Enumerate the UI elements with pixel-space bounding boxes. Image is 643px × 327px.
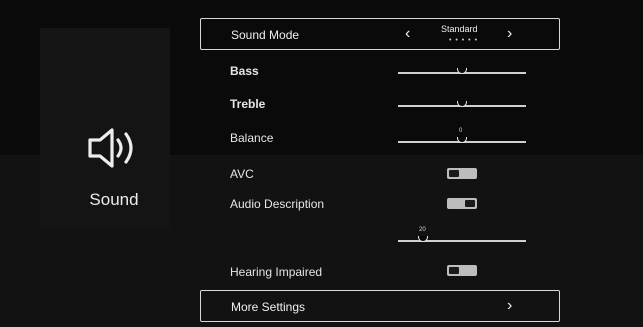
chevron-right-icon[interactable]: › (507, 25, 512, 43)
avc-label: AVC (230, 167, 254, 181)
category-label: Sound (89, 190, 139, 209)
sound-mode-label: Sound Mode (231, 28, 300, 42)
chevron-right-icon[interactable]: › (507, 297, 512, 315)
balance-label: Balance (230, 131, 274, 145)
bass-label: Bass (230, 64, 259, 78)
chevron-left-icon[interactable]: ‹ (405, 25, 410, 43)
sound-mode-value: Standard (441, 24, 478, 34)
sound-mode-dots: • • • • • (449, 37, 479, 44)
hearing-impaired-label: Hearing Impaired (230, 265, 323, 279)
more-settings-row[interactable]: More Settings › (200, 290, 560, 322)
balance-value: 0 (459, 128, 463, 134)
ad-volume-slider-track (398, 240, 526, 242)
sound-mode-row[interactable]: Sound Mode ‹ Standard • • • • • › (200, 18, 560, 50)
audio-description-toggle-thumb (465, 200, 475, 207)
ad-volume-value: 20 (419, 227, 426, 233)
more-settings-label: More Settings (231, 300, 306, 314)
avc-toggle-thumb (449, 170, 459, 177)
hearing-impaired-toggle[interactable] (447, 265, 477, 276)
avc-toggle[interactable] (447, 168, 477, 179)
audio-description-toggle[interactable] (447, 198, 477, 209)
audio-description-label: Audio Description (230, 197, 325, 211)
speaker-icon (88, 128, 133, 168)
hearing-impaired-toggle-thumb (449, 267, 459, 274)
treble-label: Treble (230, 97, 266, 111)
